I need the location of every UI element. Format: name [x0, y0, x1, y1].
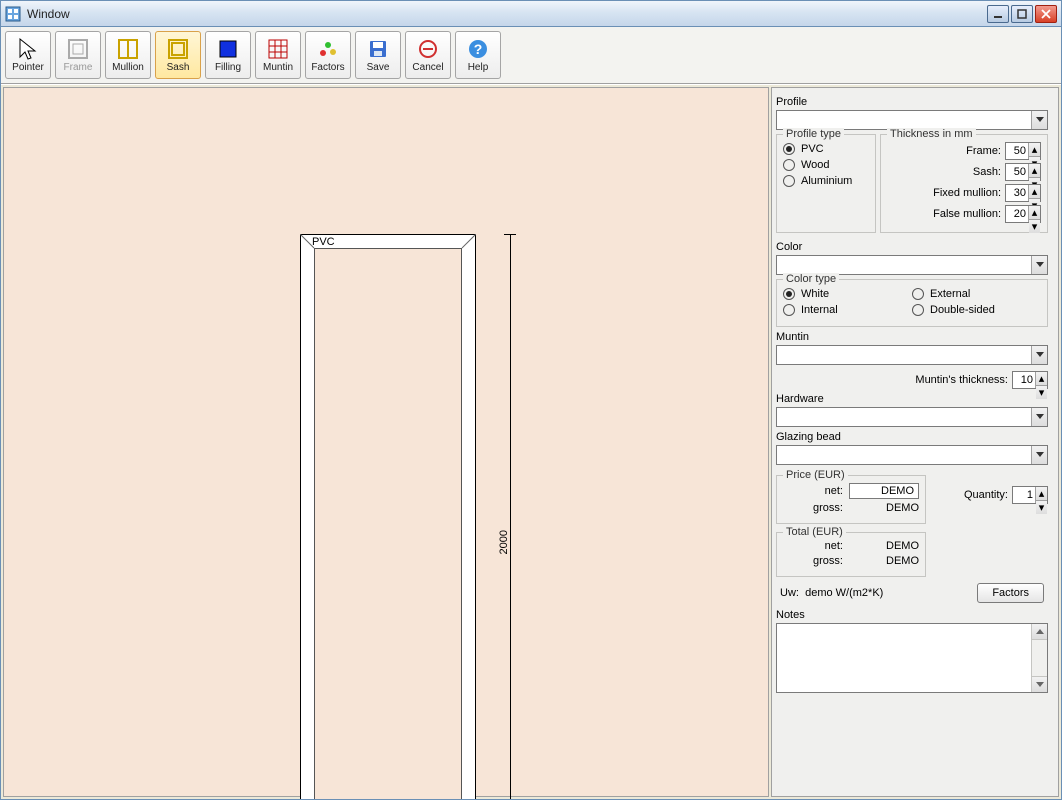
frame-button[interactable]: Frame	[55, 31, 101, 79]
muntin-thickness-input[interactable]: 10▴▾	[1012, 371, 1048, 389]
price-legend: Price (EUR)	[783, 469, 848, 481]
notes-textarea[interactable]	[776, 623, 1048, 693]
notes-scrollbar[interactable]	[1031, 624, 1047, 692]
hardware-label: Hardware	[776, 393, 1048, 405]
scroll-down-icon[interactable]	[1032, 676, 1047, 692]
profile-type-wood[interactable]: Wood	[783, 159, 869, 171]
muntin-select[interactable]	[776, 345, 1048, 365]
thickness-fixed-input[interactable]: 30▴▾	[1005, 184, 1041, 202]
svg-text:?: ?	[474, 41, 483, 57]
quantity-input[interactable]: 1▴▾	[1012, 486, 1048, 504]
dropdown-arrow-icon	[1031, 346, 1047, 364]
sash-button[interactable]: Sash	[155, 31, 201, 79]
color-type-double[interactable]: Double-sided	[912, 304, 1041, 316]
profile-type-legend: Profile type	[783, 128, 844, 140]
profile-type-pvc[interactable]: PVC	[783, 143, 869, 155]
dropdown-arrow-icon	[1031, 446, 1047, 464]
frame-material-label: PVC	[312, 236, 335, 248]
help-button[interactable]: ? Help	[455, 31, 501, 79]
cancel-icon	[416, 38, 440, 60]
thickness-sash-input[interactable]: 50▴▾	[1005, 163, 1041, 181]
profile-select[interactable]	[776, 110, 1048, 130]
factors-button[interactable]: Factors	[305, 31, 351, 79]
muntin-icon	[266, 38, 290, 60]
muntin-button[interactable]: Muntin	[255, 31, 301, 79]
dropdown-arrow-icon	[1031, 408, 1047, 426]
maximize-button[interactable]	[1011, 5, 1033, 23]
window-frame-drawing[interactable]: PVC	[300, 234, 476, 799]
muntin-label: Muntin	[776, 331, 1048, 343]
titlebar: Window	[1, 1, 1061, 27]
window-title: Window	[27, 7, 985, 21]
frame-icon	[66, 38, 90, 60]
profile-label: Profile	[776, 96, 1048, 108]
pointer-button[interactable]: Pointer	[5, 31, 51, 79]
scroll-up-icon[interactable]	[1032, 624, 1047, 640]
color-type-internal[interactable]: Internal	[783, 304, 912, 316]
help-icon: ?	[466, 38, 490, 60]
color-type-legend: Color type	[783, 273, 839, 285]
save-button[interactable]: Save	[355, 31, 401, 79]
dropdown-arrow-icon	[1031, 256, 1047, 274]
total-legend: Total (EUR)	[783, 526, 846, 538]
factors-icon	[316, 38, 340, 60]
color-type-external[interactable]: External	[912, 288, 1041, 300]
save-icon	[366, 38, 390, 60]
total-gross-value: DEMO	[849, 555, 919, 567]
filling-icon	[216, 38, 240, 60]
cancel-button[interactable]: Cancel	[405, 31, 451, 79]
sash-icon	[166, 38, 190, 60]
app-window: Window Pointer Frame Mullion Sash Fillin…	[0, 0, 1062, 800]
factors-button-side[interactable]: Factors	[977, 583, 1044, 603]
glazing-label: Glazing bead	[776, 431, 1048, 443]
mullion-button[interactable]: Mullion	[105, 31, 151, 79]
color-type-white[interactable]: White	[783, 288, 912, 300]
dropdown-arrow-icon	[1031, 111, 1047, 129]
thickness-legend: Thickness in mm	[887, 128, 976, 140]
drawing-canvas[interactable]: PVC 2000 600	[3, 87, 769, 797]
total-net-value: DEMO	[849, 540, 919, 552]
properties-panel: Profile Profile type PVC Wood Aluminium …	[771, 87, 1059, 797]
window-controls	[985, 5, 1057, 23]
close-button[interactable]	[1035, 5, 1057, 23]
color-label: Color	[776, 241, 1048, 253]
price-gross-value: DEMO	[849, 502, 919, 514]
uw-display: Uw: demo W/(m2*K)	[780, 587, 883, 599]
profile-type-aluminium[interactable]: Aluminium	[783, 175, 869, 187]
minimize-button[interactable]	[987, 5, 1009, 23]
hardware-select[interactable]	[776, 407, 1048, 427]
notes-label: Notes	[776, 609, 1048, 621]
color-select[interactable]	[776, 255, 1048, 275]
thickness-false-input[interactable]: 20▴▾	[1005, 205, 1041, 223]
toolbar: Pointer Frame Mullion Sash Filling Munti…	[1, 27, 1061, 84]
pointer-icon	[16, 38, 40, 60]
mullion-icon	[116, 38, 140, 60]
thickness-frame-input[interactable]: 50▴▾	[1005, 142, 1041, 160]
dimension-height-value: 2000	[498, 530, 510, 554]
filling-button[interactable]: Filling	[205, 31, 251, 79]
dimension-vertical: 2000	[504, 234, 518, 799]
glazing-select[interactable]	[776, 445, 1048, 465]
app-icon	[5, 6, 21, 22]
price-net-value: DEMO	[849, 483, 919, 499]
